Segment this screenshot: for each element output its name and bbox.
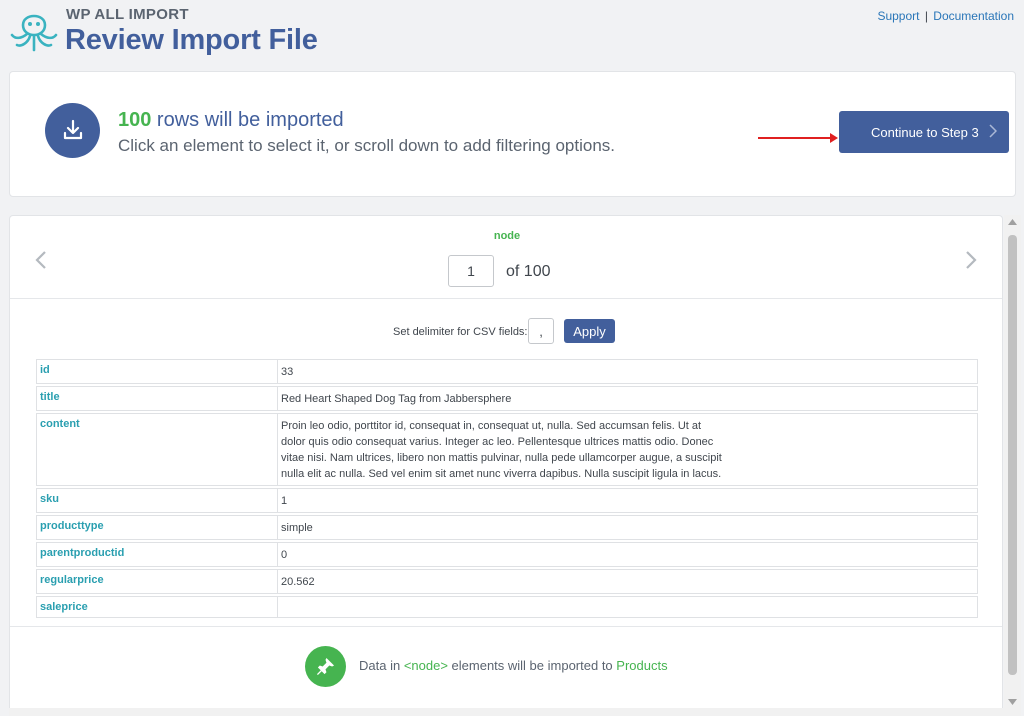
red-arrow-icon xyxy=(758,130,838,148)
field-value: 1 xyxy=(281,495,288,507)
field-value: 33 xyxy=(281,366,294,378)
field-value: 20.562 xyxy=(281,576,315,588)
page-number-input[interactable]: 1 xyxy=(448,255,494,287)
delimiter-input[interactable]: , xyxy=(528,318,554,344)
import-summary-card: 100 rows will be imported Click an eleme… xyxy=(9,71,1016,197)
top-links: Support | Documentation xyxy=(877,9,1014,23)
rows-count-heading: 100 rows will be imported xyxy=(118,109,344,132)
support-link[interactable]: Support xyxy=(877,9,919,23)
table-row: title Red Heart Shaped Dog Tag from Jabb… xyxy=(36,386,978,411)
divider xyxy=(10,626,1002,627)
divider xyxy=(10,298,1002,299)
brand-name: WP ALL IMPORT xyxy=(66,6,189,23)
field-value: Proin leo odio, porttitor id, consequat … xyxy=(281,420,722,480)
scroll-down-icon[interactable] xyxy=(1008,699,1017,705)
chevron-right-icon[interactable] xyxy=(964,250,978,275)
apply-button[interactable]: Apply xyxy=(564,319,615,343)
note-middle: elements will be imported to xyxy=(447,658,617,673)
field-key[interactable]: regularprice xyxy=(37,570,278,593)
field-key[interactable]: sku xyxy=(37,489,278,512)
scrollbar-thumb[interactable] xyxy=(1008,235,1017,675)
continue-step3-button[interactable]: Continue to Step 3 xyxy=(839,111,1009,153)
table-row: content Proin leo odio, porttitor id, co… xyxy=(36,413,978,486)
table-row: saleprice xyxy=(36,596,978,618)
field-value: Red Heart Shaped Dog Tag from Jabbersphe… xyxy=(281,393,512,405)
field-value: 0 xyxy=(281,549,288,561)
table-row: sku 1 xyxy=(36,488,978,513)
field-key[interactable]: id xyxy=(37,360,278,383)
table-row: id 33 xyxy=(36,359,978,384)
field-key[interactable]: producttype xyxy=(37,516,278,539)
horizontal-scrollbar[interactable] xyxy=(9,708,1004,716)
table-row: parentproductid 0 xyxy=(36,542,978,567)
field-key[interactable]: parentproductid xyxy=(37,543,278,566)
note-node: <node> xyxy=(403,658,448,673)
instruction-text: Click an element to select it, or scroll… xyxy=(118,136,616,155)
octopus-logo-icon xyxy=(9,5,59,57)
note-target: Products xyxy=(616,658,668,673)
note-prefix: Data in xyxy=(359,658,404,673)
node-label: node xyxy=(493,230,521,242)
field-value xyxy=(278,597,977,617)
table-row: regularprice 20.562 xyxy=(36,569,978,594)
page-total: of 100 xyxy=(506,263,551,280)
table-row: producttype simple xyxy=(36,515,978,540)
page-header: WP ALL IMPORT Review Import File Support… xyxy=(0,0,1024,70)
chevron-left-icon[interactable] xyxy=(34,250,48,275)
field-key[interactable]: title xyxy=(37,387,278,410)
rows-count-text: rows will be imported xyxy=(151,109,344,131)
vertical-scrollbar[interactable] xyxy=(1004,215,1021,716)
pushpin-icon xyxy=(305,646,346,687)
continue-button-label: Continue to Step 3 xyxy=(871,124,979,140)
import-target-note: Data in <node> elements will be imported… xyxy=(359,658,668,673)
chevron-right-icon xyxy=(989,124,997,138)
record-table: id 33 title Red Heart Shaped Dog Tag fro… xyxy=(36,359,978,620)
field-key[interactable]: content xyxy=(37,414,278,485)
delimiter-label: Set delimiter for CSV fields: xyxy=(393,326,528,338)
documentation-link[interactable]: Documentation xyxy=(933,9,1014,23)
link-separator: | xyxy=(924,9,928,23)
rows-count: 100 xyxy=(118,109,152,131)
review-panel: node 1 of 100 Set delimiter for CSV fiel… xyxy=(9,215,1003,716)
page-title: Review Import File xyxy=(65,24,318,56)
download-icon xyxy=(45,103,100,158)
field-value: simple xyxy=(281,522,313,534)
scroll-up-icon[interactable] xyxy=(1008,219,1017,225)
field-key[interactable]: saleprice xyxy=(37,597,278,617)
